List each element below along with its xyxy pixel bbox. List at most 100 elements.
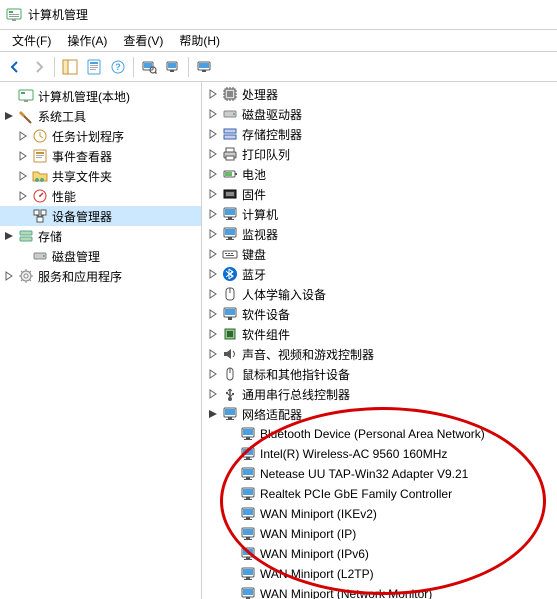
device-category-print_queues[interactable]: 打印队列	[202, 144, 557, 164]
expander-closed-icon[interactable]	[206, 207, 220, 221]
menu-file[interactable]: 文件(F)	[4, 30, 59, 51]
tree-node-event-viewer[interactable]: 事件查看器	[0, 146, 201, 166]
device-category-label: 监视器	[242, 226, 278, 243]
device-category-processors[interactable]: 处理器	[202, 84, 557, 104]
network-adapter-item[interactable]: WAN Miniport (Network Monitor)	[202, 584, 557, 599]
expander-open-icon[interactable]	[2, 109, 16, 123]
expander-closed-icon[interactable]	[206, 247, 220, 261]
main-area: 计算机管理(本地) 系统工具 任务计划程序	[0, 82, 557, 599]
properties-button[interactable]	[83, 56, 105, 78]
tree-node-storage[interactable]: 存储	[0, 226, 201, 246]
network-adapter-item[interactable]: WAN Miniport (IPv6)	[202, 544, 557, 564]
device-category-storage_controllers[interactable]: 存储控制器	[202, 124, 557, 144]
tree-node-shared-folders[interactable]: 共享文件夹	[0, 166, 201, 186]
printer-icon	[222, 146, 238, 162]
back-button[interactable]	[4, 56, 26, 78]
expander-closed-icon[interactable]	[16, 169, 30, 183]
expander-closed-icon[interactable]	[206, 167, 220, 181]
device-category-label: 声音、视频和游戏控制器	[242, 346, 374, 363]
device-category-label: 软件设备	[242, 306, 290, 323]
device-category-bluetooth[interactable]: 蓝牙	[202, 264, 557, 284]
network-adapter-item[interactable]: Intel(R) Wireless-AC 9560 160MHz	[202, 444, 557, 464]
expander-closed-icon[interactable]	[206, 147, 220, 161]
expander-closed-icon[interactable]	[206, 287, 220, 301]
expander-closed-icon[interactable]	[206, 367, 220, 381]
tree-node-root[interactable]: 计算机管理(本地)	[0, 86, 201, 106]
network-icon	[240, 426, 256, 442]
device-category-monitors[interactable]: 监视器	[202, 224, 557, 244]
device-category-label: 电池	[242, 166, 266, 183]
network-adapter-item[interactable]: Netease UU TAP-Win32 Adapter V9.21	[202, 464, 557, 484]
menu-help[interactable]: 帮助(H)	[171, 30, 228, 51]
network-icon	[240, 506, 256, 522]
menu-view[interactable]: 查看(V)	[115, 30, 171, 51]
help-button[interactable]: ?	[107, 56, 129, 78]
expander-closed-icon[interactable]	[206, 267, 220, 281]
expander-open-icon[interactable]	[206, 407, 220, 421]
expander-closed-icon[interactable]	[206, 347, 220, 361]
expander-closed-icon[interactable]	[206, 87, 220, 101]
expander-closed-icon[interactable]	[2, 269, 16, 283]
device-category-usb[interactable]: 通用串行总线控制器	[202, 384, 557, 404]
monitor-icon	[222, 226, 238, 242]
device-category-network-adapters[interactable]: 网络适配器	[202, 404, 557, 424]
expander-closed-icon[interactable]	[206, 307, 220, 321]
show-tree-button[interactable]	[59, 56, 81, 78]
network-adapter-item[interactable]: WAN Miniport (L2TP)	[202, 564, 557, 584]
forward-button[interactable]	[28, 56, 50, 78]
device-category-disk_drives[interactable]: 磁盘驱动器	[202, 104, 557, 124]
tree-node-performance[interactable]: 性能	[0, 186, 201, 206]
tree-node-device-manager[interactable]: 设备管理器	[0, 206, 201, 226]
device-category-mice[interactable]: 鼠标和其他指针设备	[202, 364, 557, 384]
device-category-firmware[interactable]: 固件	[202, 184, 557, 204]
device-category-keyboards[interactable]: 键盘	[202, 244, 557, 264]
device-category-software_devices[interactable]: 软件设备	[202, 304, 557, 324]
expander-closed-icon[interactable]	[206, 187, 220, 201]
device-manager-icon	[32, 208, 48, 224]
device-category-software_components[interactable]: 软件组件	[202, 324, 557, 344]
device-category-hid[interactable]: 人体学输入设备	[202, 284, 557, 304]
adapter-name: WAN Miniport (IKEv2)	[260, 507, 377, 521]
tree-label: 任务计划程序	[52, 128, 124, 145]
window-title: 计算机管理	[28, 6, 88, 23]
expander-closed-icon[interactable]	[16, 189, 30, 203]
monitor-icon	[222, 206, 238, 222]
tree-node-system-tools[interactable]: 系统工具	[0, 106, 201, 126]
network-adapter-item[interactable]: WAN Miniport (IKEv2)	[202, 504, 557, 524]
menu-action[interactable]: 操作(A)	[59, 30, 115, 51]
expander-closed-icon[interactable]	[206, 107, 220, 121]
tree-label: 系统工具	[38, 108, 86, 125]
scan-hardware-button[interactable]	[138, 56, 160, 78]
network-adapter-item[interactable]: Bluetooth Device (Personal Area Network)	[202, 424, 557, 444]
tree-node-services-apps[interactable]: 服务和应用程序	[0, 266, 201, 286]
expander-closed-icon[interactable]	[206, 127, 220, 141]
tree-label: 磁盘管理	[52, 248, 100, 265]
tree-node-task-scheduler[interactable]: 任务计划程序	[0, 126, 201, 146]
device-button[interactable]	[193, 56, 215, 78]
expander-closed-icon[interactable]	[206, 227, 220, 241]
performance-icon	[32, 188, 48, 204]
network-icon	[240, 546, 256, 562]
uninstall-device-button[interactable]	[162, 56, 184, 78]
network-adapter-item[interactable]: Realtek PCIe GbE Family Controller	[202, 484, 557, 504]
device-category-computer[interactable]: 计算机	[202, 204, 557, 224]
tree-node-disk-management[interactable]: 磁盘管理	[0, 246, 201, 266]
device-category-label: 键盘	[242, 246, 266, 263]
toolbar-separator	[133, 57, 134, 77]
device-category-batteries[interactable]: 电池	[202, 164, 557, 184]
storage-icon	[18, 228, 34, 244]
expander-open-icon[interactable]	[2, 229, 16, 243]
expander-closed-icon[interactable]	[206, 387, 220, 401]
network-icon	[240, 566, 256, 582]
device-category-label: 打印队列	[242, 146, 290, 163]
device-category-label: 鼠标和其他指针设备	[242, 366, 350, 383]
adapter-name: WAN Miniport (L2TP)	[260, 567, 374, 581]
toolbar-separator	[188, 57, 189, 77]
device-category-sound[interactable]: 声音、视频和游戏控制器	[202, 344, 557, 364]
disk-icon	[32, 248, 48, 264]
expander-closed-icon[interactable]	[16, 149, 30, 163]
network-adapter-item[interactable]: WAN Miniport (IP)	[202, 524, 557, 544]
expander-closed-icon[interactable]	[16, 129, 30, 143]
expander-closed-icon[interactable]	[206, 327, 220, 341]
adapter-name: WAN Miniport (Network Monitor)	[260, 587, 432, 599]
